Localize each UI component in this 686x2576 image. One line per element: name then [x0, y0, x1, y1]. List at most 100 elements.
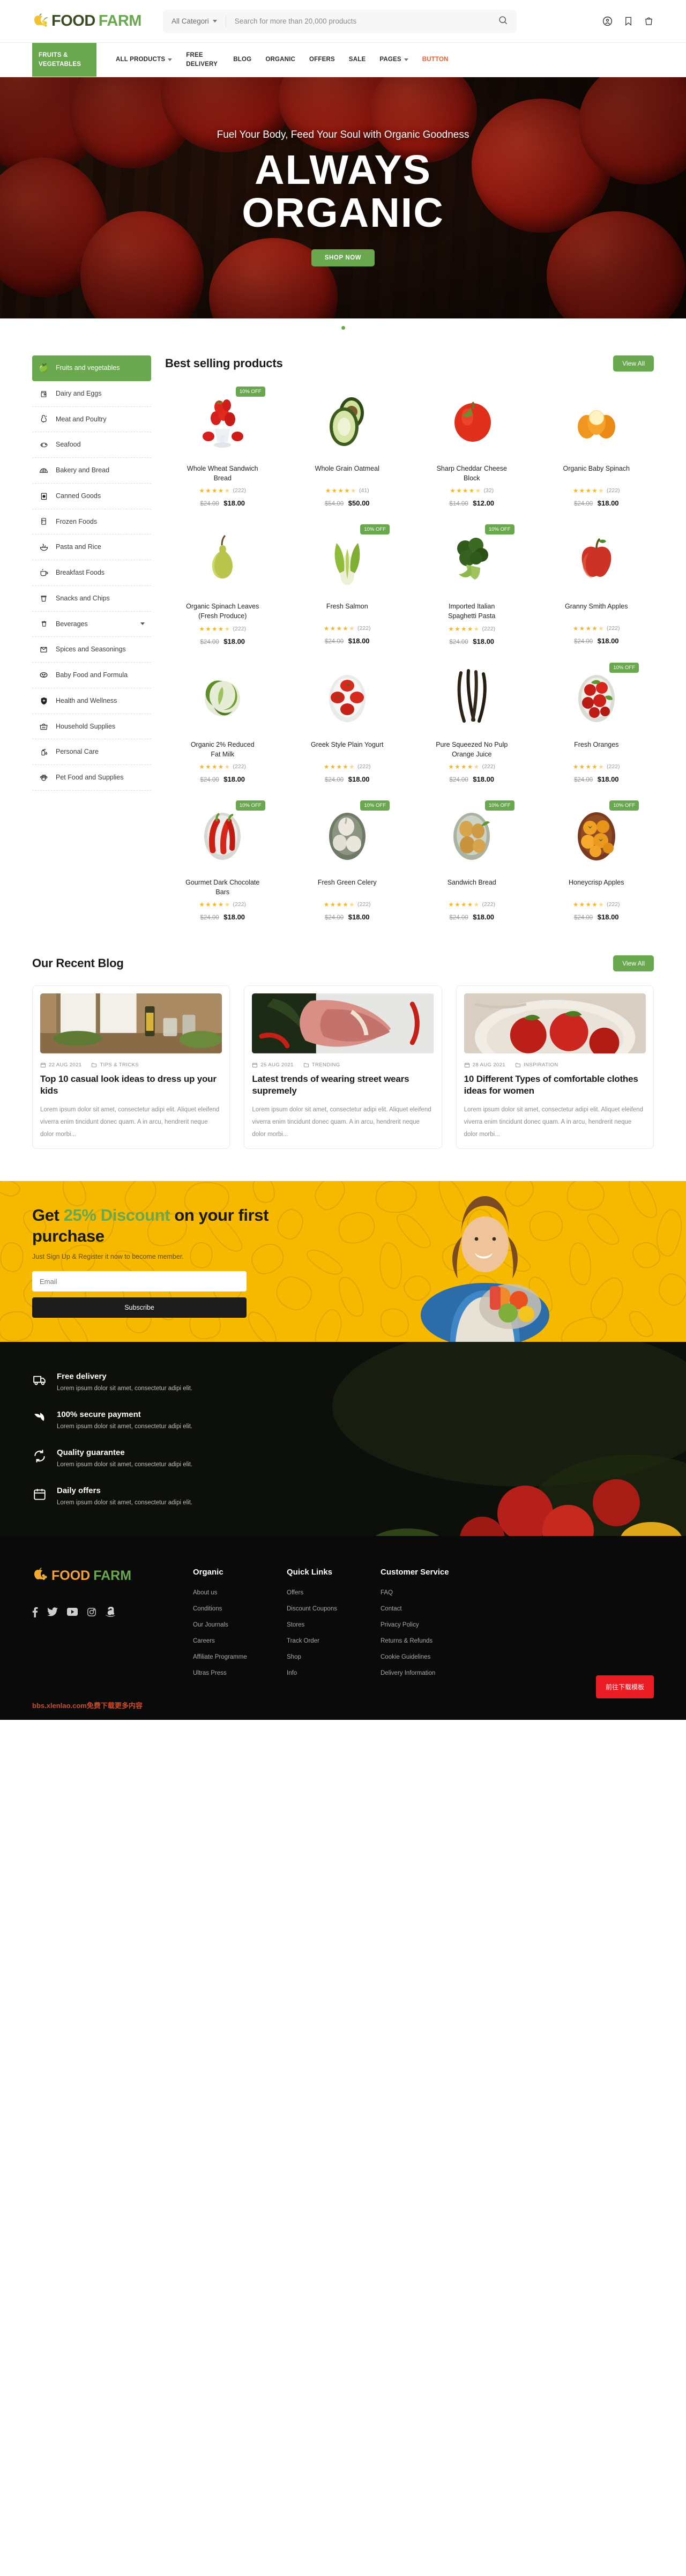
- sidebar-item-seafood[interactable]: Seafood: [32, 432, 151, 458]
- cart-icon[interactable]: [644, 16, 654, 27]
- footer-link[interactable]: Cookie Guidelines: [381, 1654, 474, 1660]
- sidebar-item-snacks-and-chips[interactable]: Snacks and Chips: [32, 586, 151, 612]
- search-input[interactable]: [234, 17, 498, 25]
- footer-link[interactable]: Discount Coupons: [287, 1606, 381, 1612]
- footer-link[interactable]: Offers: [287, 1590, 381, 1596]
- sidebar-item-baby-food-and-formula[interactable]: Baby Food and Formula: [32, 663, 151, 688]
- facebook-icon[interactable]: [32, 1607, 38, 1620]
- footer-link[interactable]: Delivery Information: [381, 1670, 474, 1676]
- product-card[interactable]: 10% OFF Fresh Salmon ★ ★ ★ ★ ★ (222) $24.00 …: [290, 523, 405, 645]
- sidebar-item-pet-food-and-supplies[interactable]: Pet Food and Supplies: [32, 765, 151, 791]
- product-card[interactable]: Whole Grain Oatmeal ★ ★ ★ ★ ★ (41) $54.00 $5…: [290, 385, 405, 507]
- product-card[interactable]: Organic 2% Reduced Fat Milk ★ ★ ★ ★ ★ (222) …: [165, 662, 280, 783]
- product-name: Imported Italian Spaghetti Pasta: [448, 603, 496, 620]
- bookmark-icon[interactable]: [623, 16, 633, 27]
- youtube-icon[interactable]: [67, 1608, 78, 1619]
- nav-item-button[interactable]: BUTTON: [422, 55, 449, 64]
- refresh-icon: [32, 1448, 47, 1468]
- footer-link[interactable]: FAQ: [381, 1590, 474, 1596]
- footer-link[interactable]: Affiliate Programme: [193, 1654, 287, 1660]
- sidebar-item-meat-and-poultry[interactable]: Meat and Poultry: [32, 407, 151, 433]
- footer-link[interactable]: Stores: [287, 1622, 381, 1628]
- product-card[interactable]: 10% OFF Imported Italian Spaghetti Pasta…: [414, 523, 530, 645]
- footer-link[interactable]: Privacy Policy: [381, 1622, 474, 1628]
- footer-link[interactable]: Our Journals: [193, 1622, 287, 1628]
- blog-view-all-button[interactable]: View All: [613, 955, 654, 971]
- footer-link[interactable]: Info: [287, 1670, 381, 1676]
- blog-date: 28 AUG 2021: [464, 1062, 505, 1068]
- hero-carousel-dots[interactable]: [0, 318, 686, 330]
- blog-post-title[interactable]: Latest trends of wearing street wears su…: [252, 1073, 434, 1097]
- sidebar-item-health-and-wellness[interactable]: Health and Wellness: [32, 688, 151, 714]
- product-card[interactable]: Pure Squeezed No Pulp Orange Juice ★ ★ ★ ★ ★…: [414, 662, 530, 783]
- footer-link[interactable]: About us: [193, 1590, 287, 1596]
- product-card[interactable]: 10% OFF Fresh Oranges ★ ★ ★ ★ ★ (222) $24.00…: [539, 662, 654, 783]
- twitter-icon[interactable]: [47, 1607, 58, 1619]
- footer-link[interactable]: Ultras Press: [193, 1670, 287, 1676]
- product-card[interactable]: 10% OFF Gourmet Dark Chocolate Bars ★ ★ ★ ★…: [165, 799, 280, 921]
- footer-link[interactable]: Track Order: [287, 1638, 381, 1644]
- footer-link[interactable]: Contact: [381, 1606, 474, 1612]
- discount-badge: 10% OFF: [484, 524, 514, 535]
- product-artwork: [193, 803, 251, 866]
- product-card[interactable]: Granny Smith Apples ★ ★ ★ ★ ★ (222) $24.00 $…: [539, 523, 654, 645]
- sidebar-item-spices-and-seasonings[interactable]: Spices and Seasonings: [32, 637, 151, 663]
- email-input[interactable]: [32, 1271, 247, 1292]
- product-card[interactable]: 10% OFF Fresh Green Celery ★ ★ ★ ★ ★ (222) $…: [290, 799, 405, 921]
- nav-item-pages[interactable]: PAGES: [379, 55, 408, 64]
- shop-now-button[interactable]: SHOP NOW: [311, 249, 375, 267]
- star-half-icon: ★: [224, 488, 230, 495]
- product-card[interactable]: 10% OFF Whole Wheat Sandwich Bread ★ ★ ★ ★ ★…: [165, 385, 280, 507]
- search-icon[interactable]: [498, 15, 508, 28]
- sidebar-item-pasta-and-rice[interactable]: Pasta and Rice: [32, 534, 151, 560]
- star-icon: ★: [592, 488, 598, 494]
- nav-item-offers[interactable]: OFFERS: [309, 55, 335, 64]
- chevron-down-icon[interactable]: [140, 622, 145, 626]
- sidebar-item-personal-care[interactable]: Personal Care: [32, 739, 151, 765]
- nav-item-free-delivery[interactable]: FREE DELIVERY: [186, 51, 219, 69]
- sidebar-item-label: Meat and Poultry: [56, 415, 107, 423]
- product-card[interactable]: Organic Baby Spinach ★ ★ ★ ★ ★ (222) $24.00 …: [539, 385, 654, 507]
- product-card[interactable]: 10% OFF Sandwich Bread ★ ★ ★ ★ ★ (222) $24.0…: [414, 799, 530, 921]
- products-view-all-button[interactable]: View All: [613, 355, 654, 372]
- instagram-icon[interactable]: [87, 1607, 96, 1620]
- blog-card[interactable]: 25 AUG 2021 TRENDING Latest trends of we…: [244, 985, 442, 1149]
- nav-item-all-products[interactable]: ALL PRODUCTS: [116, 55, 173, 64]
- user-account-icon[interactable]: [602, 16, 613, 27]
- sidebar-item-household-supplies[interactable]: Household Supplies: [32, 714, 151, 740]
- blog-card[interactable]: 28 AUG 2021 INSPIRATION 10 Different Typ…: [456, 985, 654, 1149]
- nav-category-button[interactable]: FRUITS & VEGETABLES: [32, 43, 96, 77]
- sidebar-item-breakfast-foods[interactable]: Breakfast Foods: [32, 560, 151, 586]
- nav-item-sale[interactable]: SALE: [349, 55, 366, 64]
- footer-link[interactable]: Careers: [193, 1638, 287, 1644]
- product-price: $18.00: [597, 499, 619, 507]
- product-card[interactable]: Organic Spinach Leaves (Fresh Produce) ★…: [165, 523, 280, 645]
- sidebar-item-frozen-foods[interactable]: Frozen Foods: [32, 509, 151, 535]
- product-card[interactable]: Sharp Cheddar Cheese Block ★ ★ ★ ★ ★ (32) $1…: [414, 385, 530, 507]
- star-icon: ★: [454, 901, 461, 908]
- blog-card[interactable]: 22 AUG 2021 TIPS & TRICKS Top 10 casual …: [32, 985, 230, 1149]
- search-bar[interactable]: All Categori: [162, 9, 517, 33]
- product-card[interactable]: 10% OFF Honeycrisp Apples ★ ★ ★ ★ ★ (222) $2…: [539, 799, 654, 921]
- site-logo[interactable]: FOOD FARM: [32, 12, 141, 30]
- vegetable-outline-icon: [248, 1181, 280, 1207]
- category-dropdown[interactable]: All Categori: [172, 17, 217, 25]
- amazon-icon[interactable]: [105, 1607, 116, 1620]
- footer-logo[interactable]: FOOD FARM: [32, 1567, 193, 1585]
- footer-link[interactable]: Shop: [287, 1654, 381, 1660]
- subscribe-button[interactable]: Subscribe: [32, 1297, 247, 1318]
- sidebar-item-dairy-and-eggs[interactable]: Dairy and Eggs: [32, 381, 151, 407]
- sidebar-item-beverages[interactable]: Beverages: [32, 612, 151, 637]
- blog-post-title[interactable]: 10 Different Types of comfortable clothe…: [464, 1073, 646, 1097]
- sidebar-item-fruits-and-vegetables[interactable]: 🍏 Fruits and vegetables: [32, 355, 151, 381]
- sidebar-item-bakery-and-bread[interactable]: Bakery and Bread: [32, 458, 151, 484]
- nav-item-blog[interactable]: BLOG: [233, 55, 251, 64]
- product-card[interactable]: Greek Style Plain Yogurt ★ ★ ★ ★ ★ (222) $24…: [290, 662, 405, 783]
- blog-post-title[interactable]: Top 10 casual look ideas to dress up you…: [40, 1073, 222, 1097]
- nav-item-organic[interactable]: ORGANIC: [265, 55, 295, 64]
- sidebar-item-canned-goods[interactable]: Canned Goods: [32, 484, 151, 509]
- download-template-button[interactable]: 前往下载模板: [595, 1675, 654, 1699]
- footer-link[interactable]: Conditions: [193, 1606, 287, 1612]
- carousel-dot-1[interactable]: [341, 326, 345, 330]
- footer-link[interactable]: Returns & Refunds: [381, 1638, 474, 1644]
